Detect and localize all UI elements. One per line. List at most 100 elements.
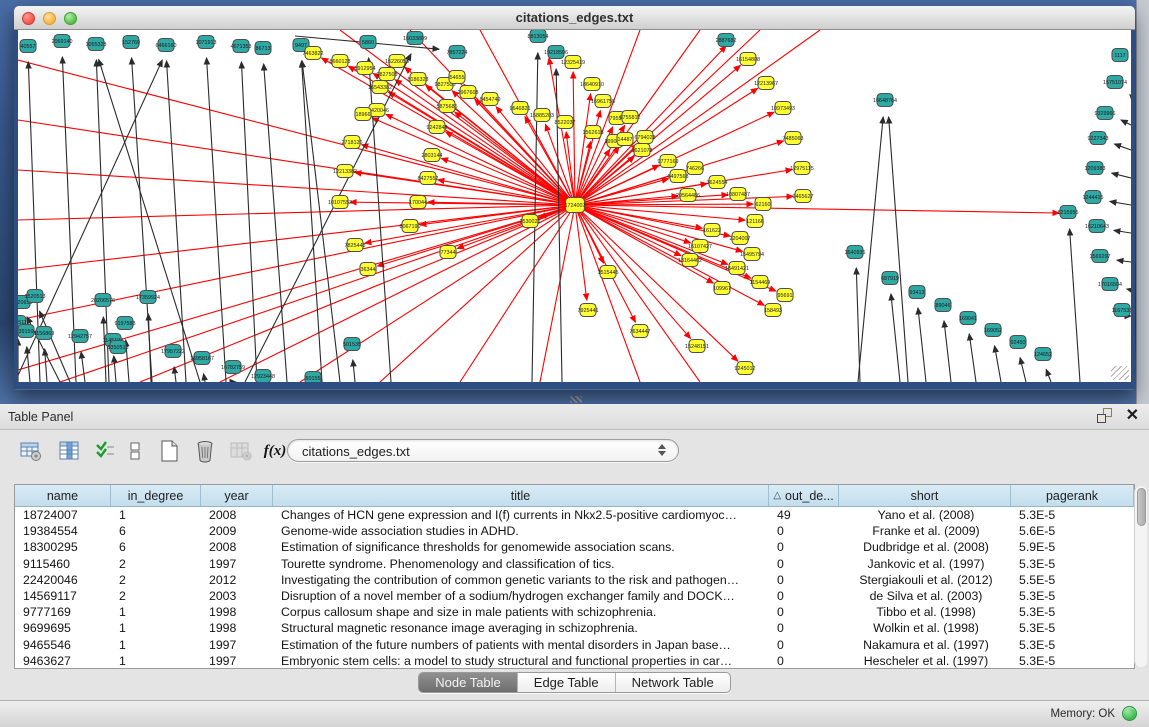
yellow-node[interactable]: 15491421 — [725, 262, 749, 275]
network-graph[interactable]: 4055720691401065328152760646616010719134… — [18, 30, 1131, 382]
yellow-node[interactable]: 20564486 — [676, 189, 700, 202]
table-row[interactable]: 946362711997Embryonic stem cells: a mode… — [15, 653, 1134, 669]
column-header-title[interactable]: title — [273, 485, 769, 506]
teal-node[interactable]: 6466160 — [156, 39, 177, 52]
teal-node[interactable]: 1640935 — [845, 246, 866, 259]
select-all-icon[interactable] — [92, 438, 118, 464]
teal-node[interactable]: 92450 — [1010, 336, 1026, 349]
table-row[interactable]: 977716911998Corpus callosum shape and si… — [15, 604, 1134, 620]
teal-node[interactable]: 1209383 — [1085, 162, 1106, 175]
network-table-selector[interactable]: citations_edges.txt — [287, 439, 679, 462]
teal-node[interactable]: 93413 — [909, 286, 925, 299]
new-table-icon[interactable] — [156, 438, 182, 464]
yellow-node[interactable]: 7463822 — [303, 47, 324, 60]
yellow-node[interactable]: 8427552 — [418, 172, 439, 185]
teal-node[interactable]: 2887682 — [716, 34, 737, 47]
teal-node[interactable]: 1065328 — [86, 38, 107, 51]
teal-node[interactable]: 8215955 — [1058, 206, 1079, 219]
resize-grip-icon[interactable] — [1111, 366, 1129, 380]
yellow-node[interactable]: 6497568 — [668, 170, 689, 183]
teal-node[interactable]: 9329966 — [1095, 107, 1116, 120]
yellow-node[interactable]: 7485063 — [783, 132, 804, 145]
yellow-node[interactable]: 9646821 — [510, 102, 531, 115]
yellow-node[interactable]: 2803144 — [422, 149, 443, 162]
yellow-node[interactable]: 12213382 — [333, 165, 357, 178]
teal-node[interactable]: 1569297 — [1090, 250, 1111, 263]
function-builder-icon[interactable]: f(x) — [262, 438, 288, 464]
teal-node[interactable]: 86713 — [255, 42, 271, 55]
table-options-icon[interactable] — [18, 438, 44, 464]
yellow-node[interactable]: 15248151 — [685, 340, 709, 353]
teal-node[interactable]: 1167533 — [1112, 304, 1131, 317]
table-row[interactable]: 946554611997Estimation of the future num… — [15, 637, 1134, 653]
teal-node[interactable]: 12923448 — [251, 370, 275, 383]
yellow-node[interactable]: 18640910 — [580, 78, 604, 91]
yellow-node[interactable]: 1562615 — [583, 126, 604, 139]
column-header-year[interactable]: year — [201, 485, 273, 506]
column-header-pagerank[interactable]: pagerank — [1011, 485, 1134, 506]
float-window-icon[interactable] — [1097, 408, 1112, 423]
yellow-node[interactable]: 54655 — [449, 71, 465, 84]
memory-status-indicator[interactable] — [1122, 706, 1137, 721]
yellow-node[interactable]: 62160 — [755, 198, 771, 211]
network-canvas[interactable]: 4055720691401065328152760646616010719134… — [14, 30, 1135, 389]
column-header-short[interactable]: short — [839, 485, 1011, 506]
yellow-node[interactable]: 161622 — [703, 224, 721, 237]
tab-node-table[interactable]: Node Table — [419, 673, 518, 692]
teal-node[interactable]: 687919 — [881, 272, 899, 285]
yellow-node[interactable]: 8522037 — [555, 116, 576, 129]
yellow-node[interactable]: 16543382 — [368, 81, 392, 94]
teal-node[interactable]: 1117 — [1112, 49, 1128, 62]
teal-node[interactable]: 40557 — [20, 40, 36, 53]
yellow-node[interactable]: 158493 — [764, 304, 782, 317]
yellow-node[interactable]: 18966 — [355, 108, 371, 121]
teal-node[interactable]: 17359924 — [136, 291, 160, 304]
yellow-node[interactable]: 9777169 — [658, 155, 679, 168]
teal-node[interactable]: 124652 — [1034, 348, 1052, 361]
yellow-node[interactable]: 2718126 — [342, 136, 363, 149]
teal-node[interactable]: 15751074 — [1103, 76, 1127, 89]
teal-node[interactable]: 152760 — [122, 36, 140, 49]
delete-rows-icon[interactable] — [192, 438, 218, 464]
teal-node[interactable]: 5860 — [360, 36, 376, 49]
yellow-node[interactable]: 8067190 — [400, 220, 421, 233]
teal-node[interactable]: 2069140 — [52, 35, 73, 48]
yellow-node[interactable]: 36344 — [360, 263, 376, 276]
close-icon[interactable]: ✕ — [1126, 409, 1139, 423]
teal-node[interactable]: 50155 — [305, 372, 321, 383]
yellow-node[interactable]: 10973493 — [771, 102, 795, 115]
table-row[interactable]: 1872400712008Changes of HCN gene express… — [15, 507, 1134, 523]
yellow-node[interactable]: 9245012 — [735, 362, 756, 375]
yellow-node[interactable]: 10107552 — [328, 196, 352, 209]
yellow-node[interactable]: 6794028 — [635, 131, 656, 144]
yellow-node[interactable]: 121166 — [746, 215, 764, 228]
table-row[interactable]: 1830029562008Estimation of significance … — [15, 539, 1134, 555]
teal-node[interactable]: 169052 — [984, 324, 1002, 337]
yellow-node[interactable]: 5912954 — [355, 62, 376, 75]
yellow-node[interactable]: 746266 — [686, 162, 704, 175]
column-header-name[interactable]: name — [15, 485, 111, 506]
teal-node[interactable]: 1244415 — [1083, 191, 1104, 204]
yellow-node[interactable]: 15885203 — [530, 109, 554, 122]
yellow-node[interactable]: 14487 — [617, 133, 633, 146]
hub-node[interactable]: 1724007 — [565, 198, 586, 213]
yellow-node[interactable]: 12325419 — [561, 56, 585, 69]
yellow-node[interactable]: 7634447 — [630, 325, 651, 338]
table-scrollbar[interactable] — [1134, 486, 1147, 667]
teal-node[interactable]: 9197588 — [115, 317, 136, 330]
teal-node[interactable]: 12942757 — [68, 330, 92, 343]
yellow-node[interactable]: 12213967 — [754, 77, 778, 90]
yellow-node[interactable]: 7825448 — [345, 239, 366, 252]
yellow-node[interactable]: 16154808 — [736, 53, 760, 66]
show-columns-icon[interactable] — [56, 438, 82, 464]
yellow-node[interactable]: 1154469 — [750, 276, 771, 289]
teal-node[interactable]: 8813054 — [528, 30, 549, 43]
teal-node[interactable]: 1520513 — [25, 290, 46, 303]
teal-node[interactable]: 501535 — [343, 338, 361, 351]
yellow-node[interactable]: 8454749 — [480, 93, 501, 106]
yellow-node[interactable]: 7925441 — [578, 304, 599, 317]
tab-network-table[interactable]: Network Table — [616, 673, 730, 692]
tab-edge-table[interactable]: Edge Table — [518, 673, 616, 692]
yellow-node[interactable]: 2530021 — [520, 215, 541, 228]
yellow-node[interactable]: 5875685 — [437, 100, 458, 113]
